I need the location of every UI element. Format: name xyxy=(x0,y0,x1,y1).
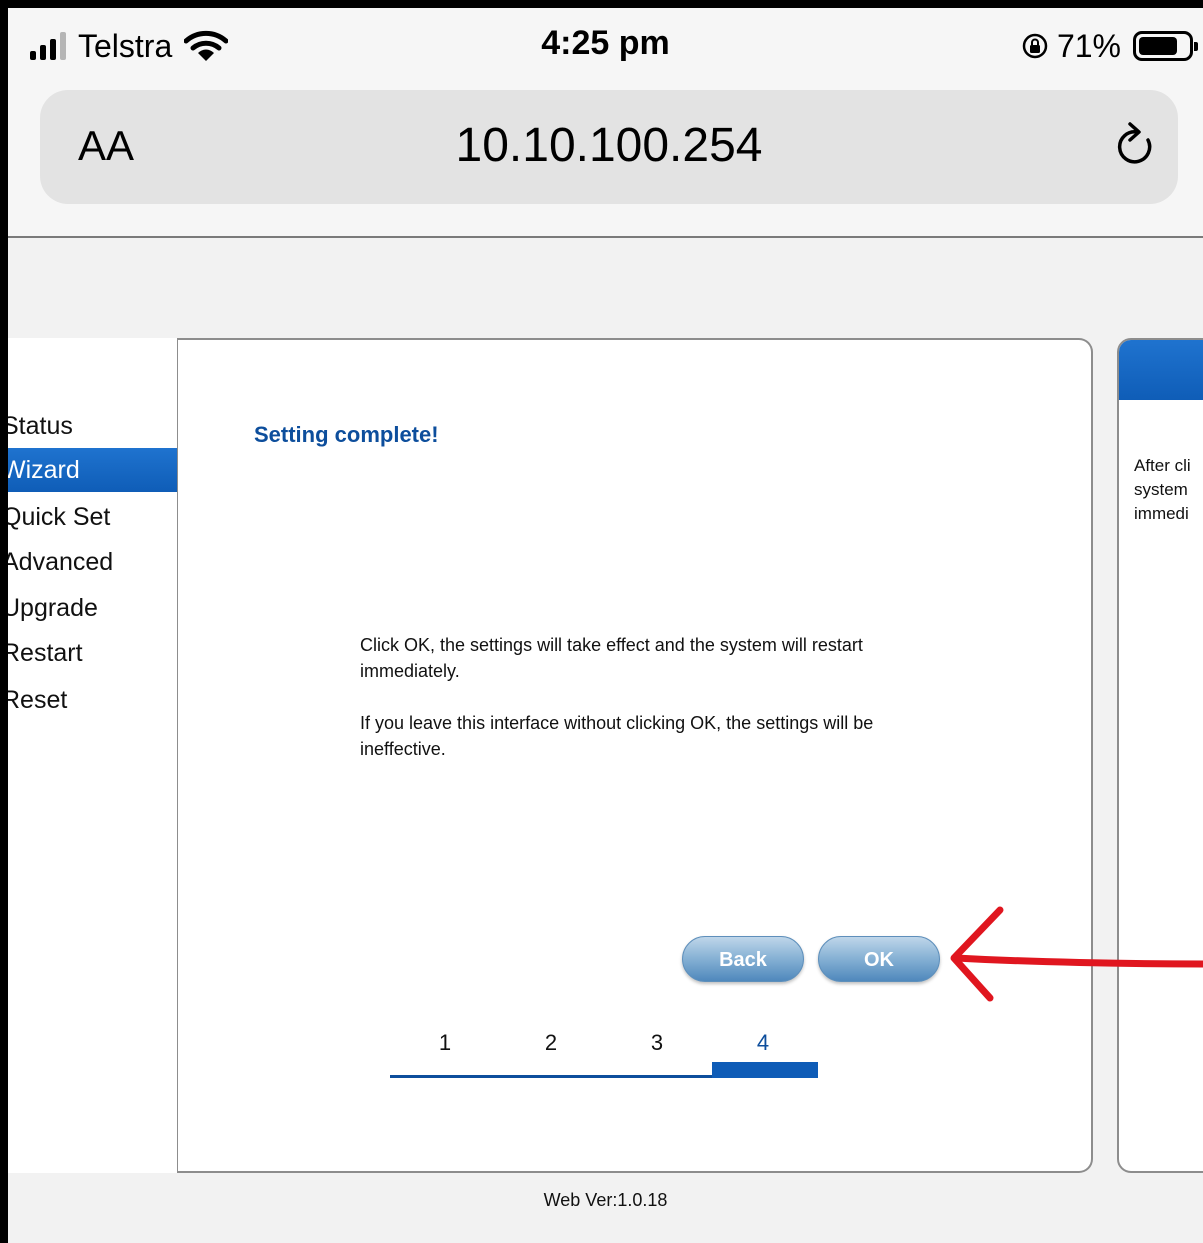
address-bar[interactable]: AA 10.10.100.254 xyxy=(40,90,1178,204)
sidebar-item-reset[interactable]: Reset xyxy=(8,678,177,722)
step-2: 2 xyxy=(544,1030,558,1055)
back-button[interactable]: Back xyxy=(682,936,804,982)
battery-icon xyxy=(1133,31,1198,61)
help-text: After cli system immedi xyxy=(1134,456,1191,523)
step-progress-line xyxy=(390,1075,712,1078)
reload-icon[interactable] xyxy=(1110,120,1160,174)
step-1: 1 xyxy=(438,1030,452,1055)
sidebar-item-status[interactable]: Status xyxy=(8,404,177,448)
ok-button[interactable]: OK xyxy=(818,936,940,982)
help-panel-header xyxy=(1119,340,1203,400)
version-footer: Web Ver:1.0.18 xyxy=(543,1190,668,1210)
router-admin-page: Status Wizard Quick Set Advanced Upgrade… xyxy=(8,238,1203,1243)
sidebar-item-wizard[interactable]: Wizard xyxy=(8,448,177,492)
leave-warning: If you leave this interface without clic… xyxy=(360,713,874,759)
sidebar-item-quick-set[interactable]: Quick Set xyxy=(8,495,177,539)
step-4: 4 xyxy=(756,1030,770,1055)
sidebar-item-restart[interactable]: Restart xyxy=(8,631,177,675)
battery-percent: 71% xyxy=(1056,27,1121,64)
annotation-arrow-icon xyxy=(950,906,1203,1002)
step-progress-current xyxy=(712,1062,818,1078)
orientation-lock-icon xyxy=(1022,33,1048,59)
page-title: Setting complete! xyxy=(254,422,439,447)
phone-screen: Telstra 4:25 pm 71% AA 10.10.100.254 Sta… xyxy=(8,8,1203,1243)
url-text[interactable]: 10.10.100.254 xyxy=(40,118,1178,173)
browser-chrome: Telstra 4:25 pm 71% AA 10.10.100.254 xyxy=(8,8,1203,238)
sidebar-item-upgrade[interactable]: Upgrade xyxy=(8,586,177,630)
sidebar-nav: Status Wizard Quick Set Advanced Upgrade… xyxy=(8,338,179,1173)
wizard-panel: Setting complete! Click OK, the settings… xyxy=(178,338,1093,1173)
restart-notice: Click OK, the settings will take effect … xyxy=(360,635,863,681)
status-bar-right: 71% xyxy=(1021,26,1198,66)
help-panel: After cli system immedi xyxy=(1117,338,1203,1173)
step-3: 3 xyxy=(650,1030,664,1055)
sidebar-item-advanced[interactable]: Advanced xyxy=(8,540,177,584)
